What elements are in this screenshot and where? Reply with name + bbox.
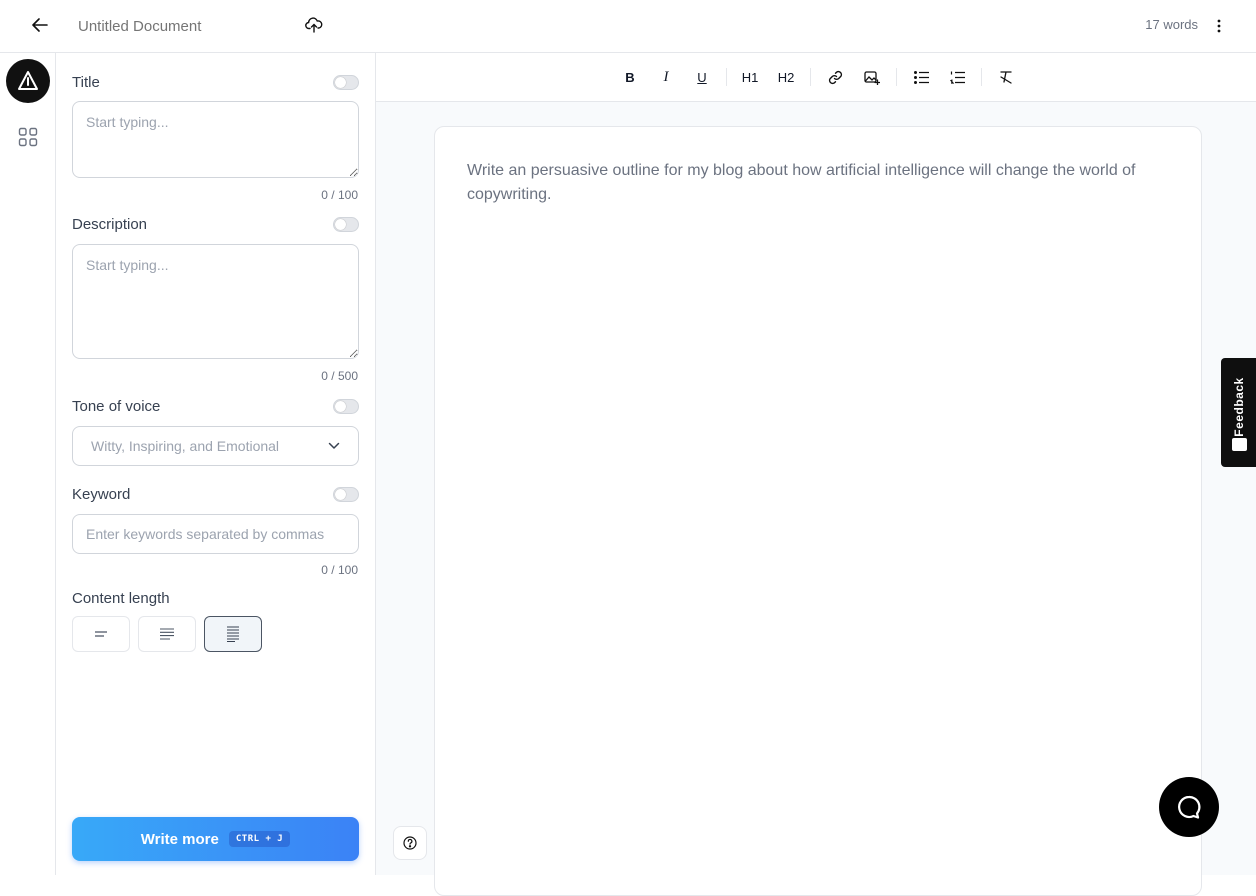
chevron-down-icon (328, 437, 340, 455)
tone-toggle[interactable] (333, 399, 359, 414)
content-length-label: Content length (72, 590, 170, 607)
description-label: Description (72, 216, 148, 233)
keyword-input[interactable] (72, 514, 359, 554)
document-title-input[interactable] (70, 13, 290, 39)
keyword-label: Keyword (72, 486, 131, 503)
feedback-label: Feedback (1232, 377, 1246, 437)
write-more-label: Write more (140, 830, 219, 848)
insert-image-icon[interactable] (859, 65, 885, 89)
clear-format-icon[interactable] (993, 65, 1019, 89)
medium-lines-icon (160, 628, 174, 640)
length-medium-button[interactable] (138, 616, 196, 652)
write-more-button[interactable]: Write more CTRL + J (72, 817, 359, 861)
title-toggle[interactable] (333, 75, 359, 90)
format-toolbar: B I U H1 H2 (376, 53, 1256, 102)
word-count: 17 words (1145, 17, 1198, 32)
help-icon[interactable] (393, 826, 427, 860)
feedback-tab[interactable]: Feedback (1221, 358, 1256, 467)
back-arrow-icon[interactable] (28, 13, 52, 37)
short-lines-icon (95, 631, 107, 637)
toolbar-divider (896, 68, 897, 86)
toolbar-divider (726, 68, 727, 86)
title-label: Title (72, 74, 100, 91)
more-options-icon[interactable] (1208, 14, 1230, 38)
description-counter: 0 / 500 (321, 369, 358, 383)
toolbar-divider (981, 68, 982, 86)
underline-icon[interactable]: U (689, 65, 715, 89)
tone-select[interactable]: Witty, Inspiring, and Emotional (72, 426, 359, 466)
keyword-toggle[interactable] (333, 487, 359, 502)
italic-icon[interactable]: I (653, 65, 679, 89)
link-icon[interactable] (822, 65, 848, 89)
left-rail (0, 53, 56, 875)
app-logo-icon[interactable] (6, 59, 50, 103)
write-more-shortcut: CTRL + J (228, 831, 291, 847)
title-textarea[interactable] (72, 101, 359, 178)
numbered-list-icon[interactable] (944, 65, 970, 89)
apps-grid-icon[interactable] (16, 125, 40, 149)
chat-launcher-icon[interactable] (1159, 777, 1219, 837)
title-counter: 0 / 100 (321, 188, 358, 202)
keyword-counter: 0 / 100 (321, 563, 358, 577)
editor-page[interactable]: Write an persuasive outline for my blog … (434, 126, 1202, 896)
length-long-button[interactable] (204, 616, 262, 652)
heading2-button[interactable]: H2 (773, 65, 799, 89)
bold-icon[interactable]: B (617, 65, 643, 89)
long-lines-icon (227, 626, 239, 642)
length-short-button[interactable] (72, 616, 130, 652)
feedback-icon (1232, 438, 1247, 451)
tone-label: Tone of voice (72, 398, 161, 415)
tone-select-value: Witty, Inspiring, and Emotional (91, 438, 280, 454)
cloud-upload-icon[interactable] (302, 13, 326, 37)
heading1-button[interactable]: H1 (737, 65, 763, 89)
editor-content[interactable]: Write an persuasive outline for my blog … (467, 159, 1147, 207)
description-toggle[interactable] (333, 217, 359, 232)
top-bar: 17 words (0, 0, 1256, 53)
bullet-list-icon[interactable] (908, 65, 934, 89)
toolbar-divider (810, 68, 811, 86)
form-panel: Title 0 / 100 Description 0 / 500 Tone o… (56, 53, 376, 875)
editor-area: B I U H1 H2 Write an persuasive outline … (376, 53, 1256, 896)
description-textarea[interactable] (72, 244, 359, 359)
